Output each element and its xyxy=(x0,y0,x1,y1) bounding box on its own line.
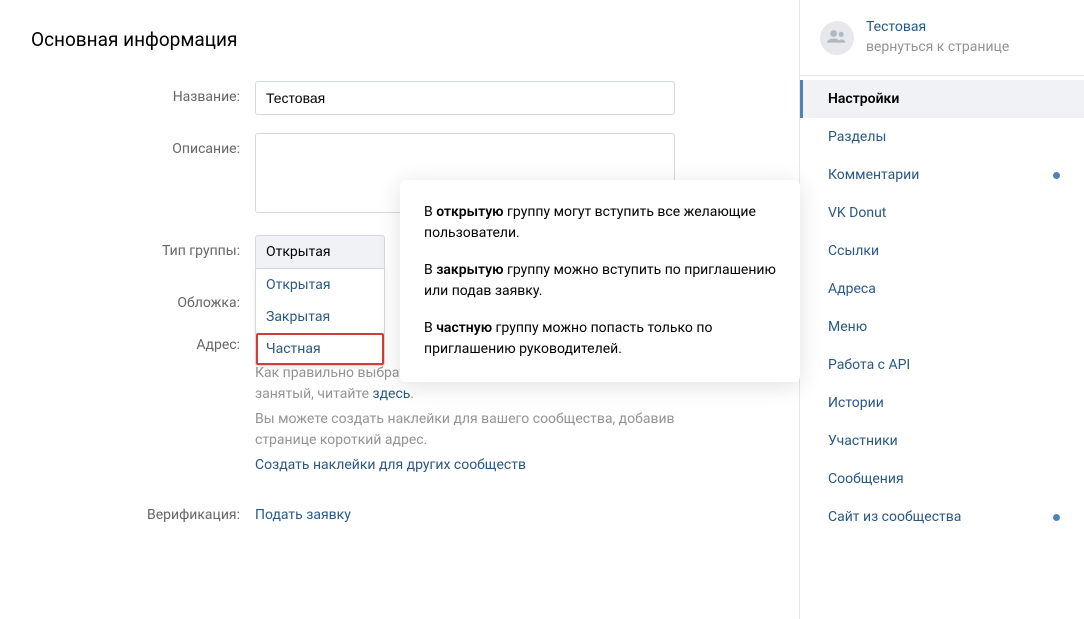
stickers-link[interactable]: Создать наклейки для других сообществ xyxy=(255,457,675,473)
group-type-label: Тип группы: xyxy=(25,235,255,259)
nav-item-label: Настройки xyxy=(828,91,899,107)
nav-item-2[interactable]: Комментарии xyxy=(800,156,1084,194)
nav-item-4[interactable]: Ссылки xyxy=(800,232,1084,270)
nav-item-11[interactable]: Сайт из сообщества xyxy=(800,498,1084,536)
nav-item-label: Работа с API xyxy=(828,357,910,373)
nav-item-label: Адреса xyxy=(828,281,876,297)
nav-item-3[interactable]: VK Donut xyxy=(800,194,1084,232)
nav-item-7[interactable]: Работа с API xyxy=(800,346,1084,384)
group-avatar xyxy=(820,21,854,55)
nav-item-8[interactable]: Истории xyxy=(800,384,1084,422)
nav-item-1[interactable]: Разделы xyxy=(800,118,1084,156)
sidebar-group-name: Тестовая xyxy=(866,18,1009,38)
nav-item-label: Меню xyxy=(828,319,867,335)
address-label: Адрес: xyxy=(25,329,255,353)
nav-item-10[interactable]: Сообщения xyxy=(800,460,1084,498)
nav-item-label: Ссылки xyxy=(828,243,879,259)
notification-dot-icon xyxy=(1053,514,1060,521)
sidebar-back-link[interactable]: вернуться к странице xyxy=(866,38,1009,58)
description-label: Описание: xyxy=(25,133,255,157)
nav-item-5[interactable]: Адреса xyxy=(800,270,1084,308)
nav-item-9[interactable]: Участники xyxy=(800,422,1084,460)
stickers-help-text: Вы можете создать наклейки для вашего со… xyxy=(255,409,675,451)
nav-item-label: Участники xyxy=(828,433,898,449)
nav-item-0[interactable]: Настройки xyxy=(800,80,1084,118)
nav-item-label: VK Donut xyxy=(828,205,886,221)
sidebar-header[interactable]: Тестовая вернуться к странице xyxy=(800,0,1084,76)
verification-submit-link[interactable]: Подать заявку xyxy=(255,499,675,523)
group-type-option-closed[interactable]: Закрытая xyxy=(256,301,384,333)
nav-item-label: Комментарии xyxy=(828,167,919,183)
nav-item-6[interactable]: Меню xyxy=(800,308,1084,346)
name-input[interactable] xyxy=(255,81,675,115)
page-title: Основная информация xyxy=(25,20,774,81)
cover-label: Обложка: xyxy=(25,287,255,311)
address-help-link[interactable]: здесь xyxy=(373,386,411,402)
group-type-option-open[interactable]: Открытая xyxy=(256,269,384,301)
group-type-tooltip: В открытую группу могут вступить все жел… xyxy=(400,180,800,382)
nav-item-label: Разделы xyxy=(828,129,886,145)
nav-item-label: Истории xyxy=(828,395,884,411)
group-type-option-private[interactable]: Частная xyxy=(256,333,384,365)
group-type-dropdown: Открытая Закрытая Частная xyxy=(255,269,385,366)
name-label: Название: xyxy=(25,81,255,105)
group-type-select[interactable]: Открытая xyxy=(255,235,385,269)
nav-item-label: Сайт из сообщества xyxy=(828,509,961,525)
notification-dot-icon xyxy=(1053,172,1060,179)
nav-item-label: Сообщения xyxy=(828,471,904,487)
verification-label: Верификация: xyxy=(25,499,255,523)
group-icon xyxy=(827,29,847,47)
